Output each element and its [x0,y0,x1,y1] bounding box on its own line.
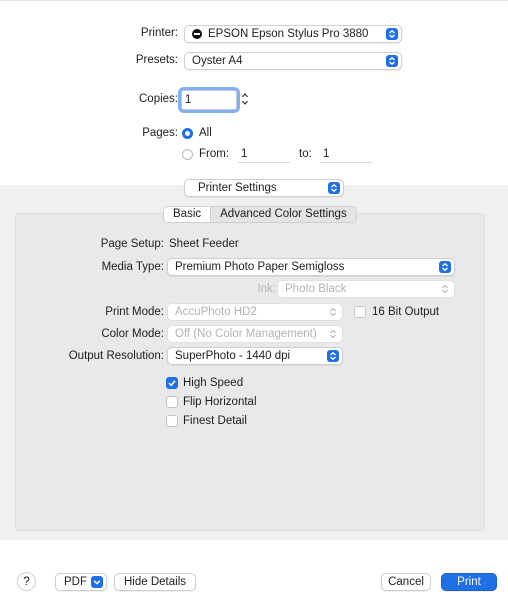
pages-all-label: All [199,127,212,139]
copies-stepper[interactable] [240,90,250,110]
bit16-checkbox[interactable] [354,306,366,318]
finest-detail-label: Finest Detail [183,415,247,427]
chevron-down-icon [91,576,103,588]
flip-horizontal-checkbox[interactable] [166,396,178,408]
output-resolution-popup[interactable]: SuperPhoto - 1440 dpi [167,347,343,365]
copies-input[interactable]: 1 [181,90,237,110]
ink-popup[interactable]: Photo Black [277,280,455,298]
print-mode-value: AccuPhoto HD2 [175,306,257,318]
printer-value: EPSON Epson Stylus Pro 3880 [208,28,369,40]
printer-status-icon [192,29,202,39]
presets-label: Presets: [135,54,178,66]
chevron-updown-icon [439,261,451,273]
pages-from-radio[interactable] [182,149,193,160]
settings-tabs: Basic Advanced Color Settings [163,206,357,223]
presets-value: Oyster A4 [192,55,243,67]
tab-advanced-color-settings[interactable]: Advanced Color Settings [211,207,356,222]
high-speed-label: High Speed [183,377,244,389]
chevron-updown-icon [329,328,337,343]
pages-from-label: From: [199,148,230,160]
output-resolution-label: Output Resolution: [68,350,164,362]
high-speed-checkbox[interactable] [166,377,178,389]
pages-all-radio[interactable] [182,128,193,139]
checkmark-icon [168,380,176,387]
flip-horizontal-label: Flip Horizontal [183,396,257,408]
help-button[interactable]: ? [17,572,36,591]
pages-to-label: to: [299,148,312,160]
chevron-updown-icon [329,306,337,321]
section-popup[interactable]: Printer Settings [184,179,344,197]
top-divider [0,0,508,1]
chevron-updown-icon [327,350,339,362]
pages-label: Pages: [142,127,178,139]
chevron-updown-icon [328,182,340,194]
section-popup-value: Printer Settings [198,182,277,194]
tab-basic[interactable]: Basic [164,207,212,222]
output-resolution-value: SuperPhoto - 1440 dpi [175,350,291,362]
chevron-updown-icon [441,283,449,298]
pdf-label: PDF [64,576,87,588]
print-mode-popup[interactable]: AccuPhoto HD2 [167,303,343,321]
print-button[interactable]: Print [441,573,497,591]
pages-to-field[interactable]: 1 [320,145,372,163]
chevron-updown-icon [386,28,398,40]
printer-popup[interactable]: EPSON Epson Stylus Pro 3880 [184,25,402,43]
page-setup-value: Sheet Feeder [169,238,239,250]
bit16-label: 16 Bit Output [372,306,440,318]
color-mode-label: Color Mode: [101,328,164,340]
print-mode-label: Print Mode: [105,306,164,318]
finest-detail-checkbox[interactable] [166,415,178,427]
hide-details-button[interactable]: Hide Details [114,573,196,591]
page-setup-label: Page Setup: [100,238,164,250]
copies-value: 1 [185,94,192,106]
chevron-updown-icon [386,55,398,67]
ink-value: Photo Black [285,283,347,295]
color-mode-value: Off (No Color Management) [175,328,317,340]
pages-from-value: 1 [241,147,248,160]
copies-label: Copies: [139,93,178,105]
pages-to-value: 1 [323,147,330,160]
presets-popup[interactable]: Oyster A4 [184,52,402,70]
printer-label: Printer: [140,27,178,39]
media-type-popup[interactable]: Premium Photo Paper Semigloss [167,258,455,276]
color-mode-popup[interactable]: Off (No Color Management) [167,325,343,343]
media-type-label: Media Type: [101,261,164,273]
pages-from-field[interactable]: 1 [238,145,290,163]
media-type-value: Premium Photo Paper Semigloss [175,261,345,273]
ink-label: Ink: [257,283,276,295]
cancel-button[interactable]: Cancel [381,573,431,591]
pdf-button[interactable]: PDF [55,573,107,591]
